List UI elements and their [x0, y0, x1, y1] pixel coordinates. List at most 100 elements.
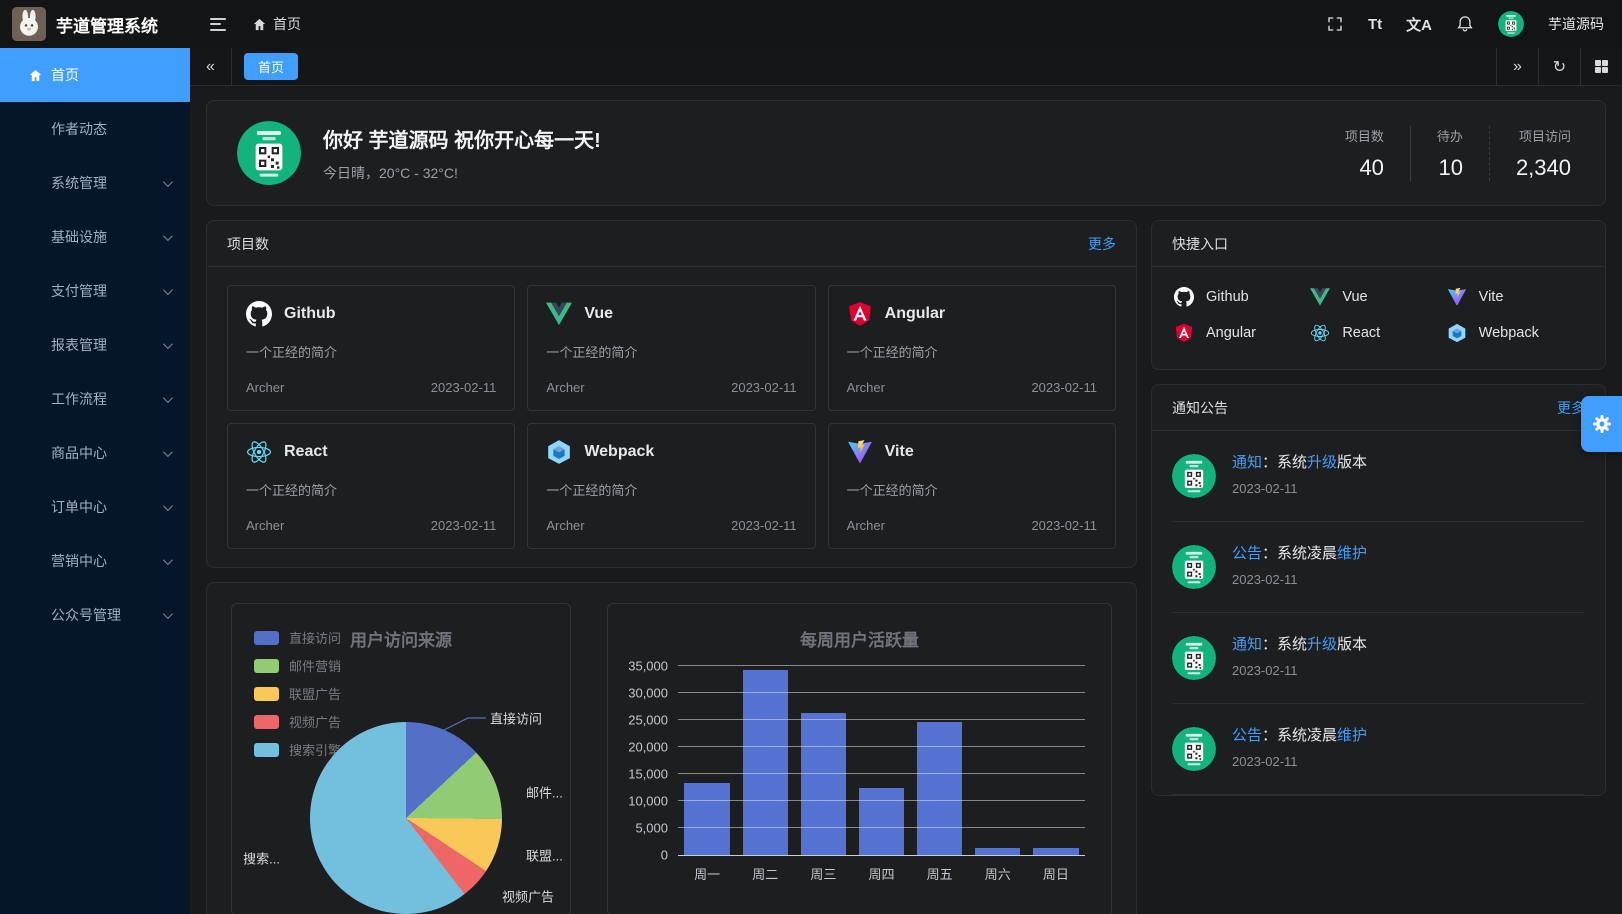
notice-date: 2023-02-11 — [1232, 481, 1367, 496]
notice-segment: ：系统凌晨 — [1262, 727, 1337, 744]
tabs-scroll-right-button[interactable]: » — [1496, 48, 1538, 85]
notice-body: 公告：系统凌晨维护 2023-02-11 — [1232, 545, 1367, 587]
notice-item-3[interactable]: 公告：系统凌晨维护2023-02-11 — [1172, 704, 1585, 795]
project-card-react[interactable]: React一个正经的简介Archer2023-02-11 — [227, 423, 515, 549]
stats-row: 项目数40待办10项目访问2,340 — [1319, 126, 1575, 181]
legend-item-3[interactable]: 视频广告 — [254, 712, 341, 731]
stat-value: 10 — [1438, 155, 1462, 181]
tabs-scroll-left-button[interactable]: « — [190, 48, 232, 85]
projects-title: 项目数 — [227, 234, 269, 254]
tabs-layout-button[interactable] — [1580, 48, 1622, 85]
sidebar-item-label: 营销中心 — [51, 551, 107, 571]
breadcrumb[interactable]: 首页 — [252, 14, 301, 34]
project-date: 2023-02-11 — [731, 380, 797, 395]
legend-item-0[interactable]: 直接访问 — [254, 628, 341, 647]
notice-date: 2023-02-11 — [1232, 572, 1367, 587]
legend-item-4[interactable]: 搜索引擎 — [254, 740, 341, 759]
pie-legend: 直接访问邮件营销联盟广告视频广告搜索引擎 — [254, 628, 341, 759]
notice-item-0[interactable]: 通知：系统升级版本 2023-02-11 — [1172, 431, 1585, 522]
legend-swatch — [254, 715, 279, 729]
project-card-vue[interactable]: Vue一个正经的简介Archer2023-02-11 — [527, 285, 815, 411]
grid-icon — [1595, 60, 1609, 74]
project-card-vite[interactable]: Vite一个正经的简介Archer2023-02-11 — [828, 423, 1116, 549]
vue-icon — [546, 301, 572, 327]
sidebar-item-8[interactable]: 订单中心 — [0, 480, 190, 534]
legend-swatch — [254, 631, 279, 645]
bar-chart: 每周用户活跃量 周一周二周三周四周五周六周日 05,00010,00015,00… — [607, 603, 1112, 914]
user-avatar[interactable] — [1498, 11, 1524, 37]
fullscreen-icon[interactable] — [1326, 15, 1344, 33]
notice-title: 通知：系统升级版本 — [1232, 454, 1367, 472]
legend-label: 视频广告 — [289, 712, 341, 731]
chevron-down-icon — [163, 447, 173, 457]
notice-title: 公告：系统凌晨维护 — [1232, 545, 1367, 563]
gridline — [678, 692, 1085, 693]
breadcrumb-home: 首页 — [273, 14, 301, 34]
sidebar-item-0[interactable]: 首页 — [0, 48, 190, 102]
sidebar-item-label: 系统管理 — [51, 173, 107, 193]
tabs-refresh-button[interactable]: ↻ — [1538, 48, 1580, 85]
sidebar-item-6[interactable]: 工作流程 — [0, 372, 190, 426]
y-tick-label: 0 — [661, 848, 668, 863]
sidebar-item-label: 商品中心 — [51, 443, 107, 463]
sidebar-item-1[interactable]: 作者动态 — [0, 102, 190, 156]
legend-item-1[interactable]: 邮件营销 — [254, 656, 341, 675]
chevron-down-icon — [163, 609, 173, 619]
legend-item-2[interactable]: 联盟广告 — [254, 684, 341, 703]
pie-label-3: 视频广告 — [502, 887, 554, 906]
notification-bell-icon[interactable] — [1456, 15, 1474, 33]
project-date: 2023-02-11 — [1031, 518, 1097, 533]
project-desc: 一个正经的简介 — [246, 342, 496, 361]
tab-home[interactable]: 首页 — [244, 53, 298, 80]
sidebar-item-10[interactable]: 公众号管理 — [0, 588, 190, 642]
project-card-angular[interactable]: Angular一个正经的简介Archer2023-02-11 — [828, 285, 1116, 411]
quick-link-react[interactable]: React — [1310, 323, 1446, 343]
theme-settings-button[interactable] — [1581, 396, 1622, 452]
chevron-down-icon — [163, 501, 173, 511]
locale-icon[interactable]: 文A — [1406, 14, 1432, 35]
sidebar-item-4[interactable]: 支付管理 — [0, 264, 190, 318]
quick-link-webpack[interactable]: Webpack — [1447, 323, 1583, 343]
notice-item-1[interactable]: 公告：系统凌晨维护 2023-02-11 — [1172, 522, 1585, 613]
quick-link-label: Vue — [1342, 289, 1367, 305]
sidebar-item-5[interactable]: 报表管理 — [0, 318, 190, 372]
project-card-github[interactable]: Github一个正经的简介Archer2023-02-11 — [227, 285, 515, 411]
project-desc: 一个正经的简介 — [546, 342, 796, 361]
user-name[interactable]: 芋道源码 — [1548, 14, 1604, 34]
pie-chart-title: 用户访问来源 — [350, 626, 452, 651]
pie-label-0: 直接访问 — [490, 709, 542, 728]
notice-avatar — [1172, 636, 1216, 680]
sidebar-item-label: 订单中心 — [51, 497, 107, 517]
quick-link-angular[interactable]: Angular — [1174, 323, 1310, 343]
projects-more-link[interactable]: 更多 — [1088, 234, 1116, 254]
x-tick-label: 周日 — [1027, 864, 1085, 883]
notice-avatar — [1172, 454, 1216, 498]
notice-segment: 升级 — [1307, 636, 1337, 653]
notice-segment: 公告 — [1232, 545, 1262, 562]
project-date: 2023-02-11 — [431, 518, 497, 533]
sidebar-item-2[interactable]: 系统管理 — [0, 156, 190, 210]
sidebar-item-label: 首页 — [51, 65, 79, 85]
y-tick-label: 30,000 — [628, 686, 668, 701]
quick-links-panel: 快捷入口 GithubVueViteAngularReactWebpack — [1151, 220, 1606, 370]
project-card-webpack[interactable]: Webpack一个正经的简介Archer2023-02-11 — [527, 423, 815, 549]
notice-item-2[interactable]: 通知：系统升级版本2023-02-11 — [1172, 613, 1585, 704]
notice-body: 通知：系统升级版本2023-02-11 — [1232, 636, 1367, 678]
pie-label-1: 邮件... — [526, 783, 563, 802]
font-size-icon[interactable]: Tt — [1368, 16, 1382, 33]
sidebar-item-9[interactable]: 营销中心 — [0, 534, 190, 588]
sidebar-item-7[interactable]: 商品中心 — [0, 426, 190, 480]
angular-icon — [847, 301, 873, 327]
vite-icon — [847, 439, 873, 465]
sidebar-collapse-icon[interactable] — [206, 14, 230, 35]
brand: 芋道管理系统 — [0, 7, 190, 41]
quick-link-vue[interactable]: Vue — [1310, 287, 1446, 307]
quick-link-github[interactable]: Github — [1174, 287, 1310, 307]
bar-4 — [917, 722, 962, 855]
quick-link-vite[interactable]: Vite — [1447, 287, 1583, 307]
sidebar-item-3[interactable]: 基础设施 — [0, 210, 190, 264]
quick-link-label: React — [1342, 325, 1380, 341]
project-name: React — [284, 443, 328, 461]
legend-label: 直接访问 — [289, 628, 341, 647]
bar-chart-title: 每周用户活跃量 — [800, 626, 919, 651]
